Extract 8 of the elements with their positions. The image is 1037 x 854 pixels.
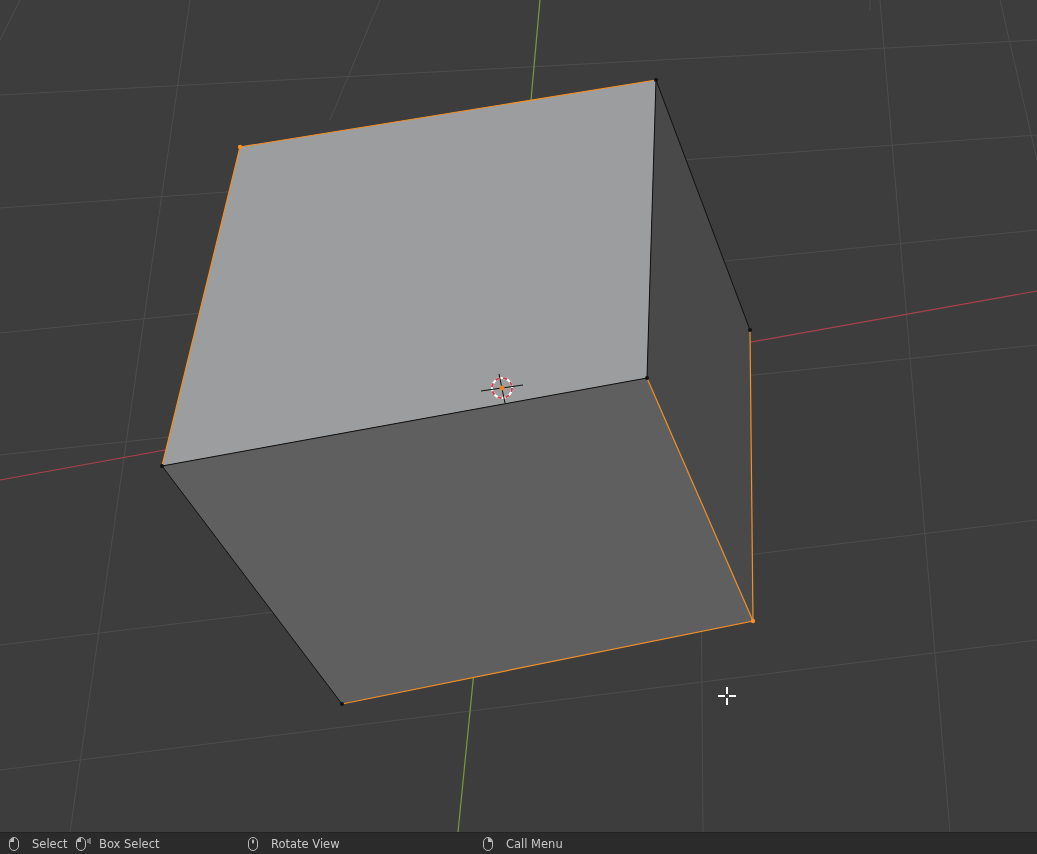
shortcut-label: Select [32, 836, 68, 851]
mouse-pointer-icon [717, 686, 737, 706]
cube-drawing[interactable] [160, 78, 756, 706]
shortcut-label: Box Select [99, 836, 160, 851]
mouse-icon [75, 835, 91, 852]
crosshair-cursor-icon [480, 373, 524, 404]
shortcut-label: Call Menu [506, 836, 563, 851]
shortcut-label: Rotate View [271, 836, 340, 851]
